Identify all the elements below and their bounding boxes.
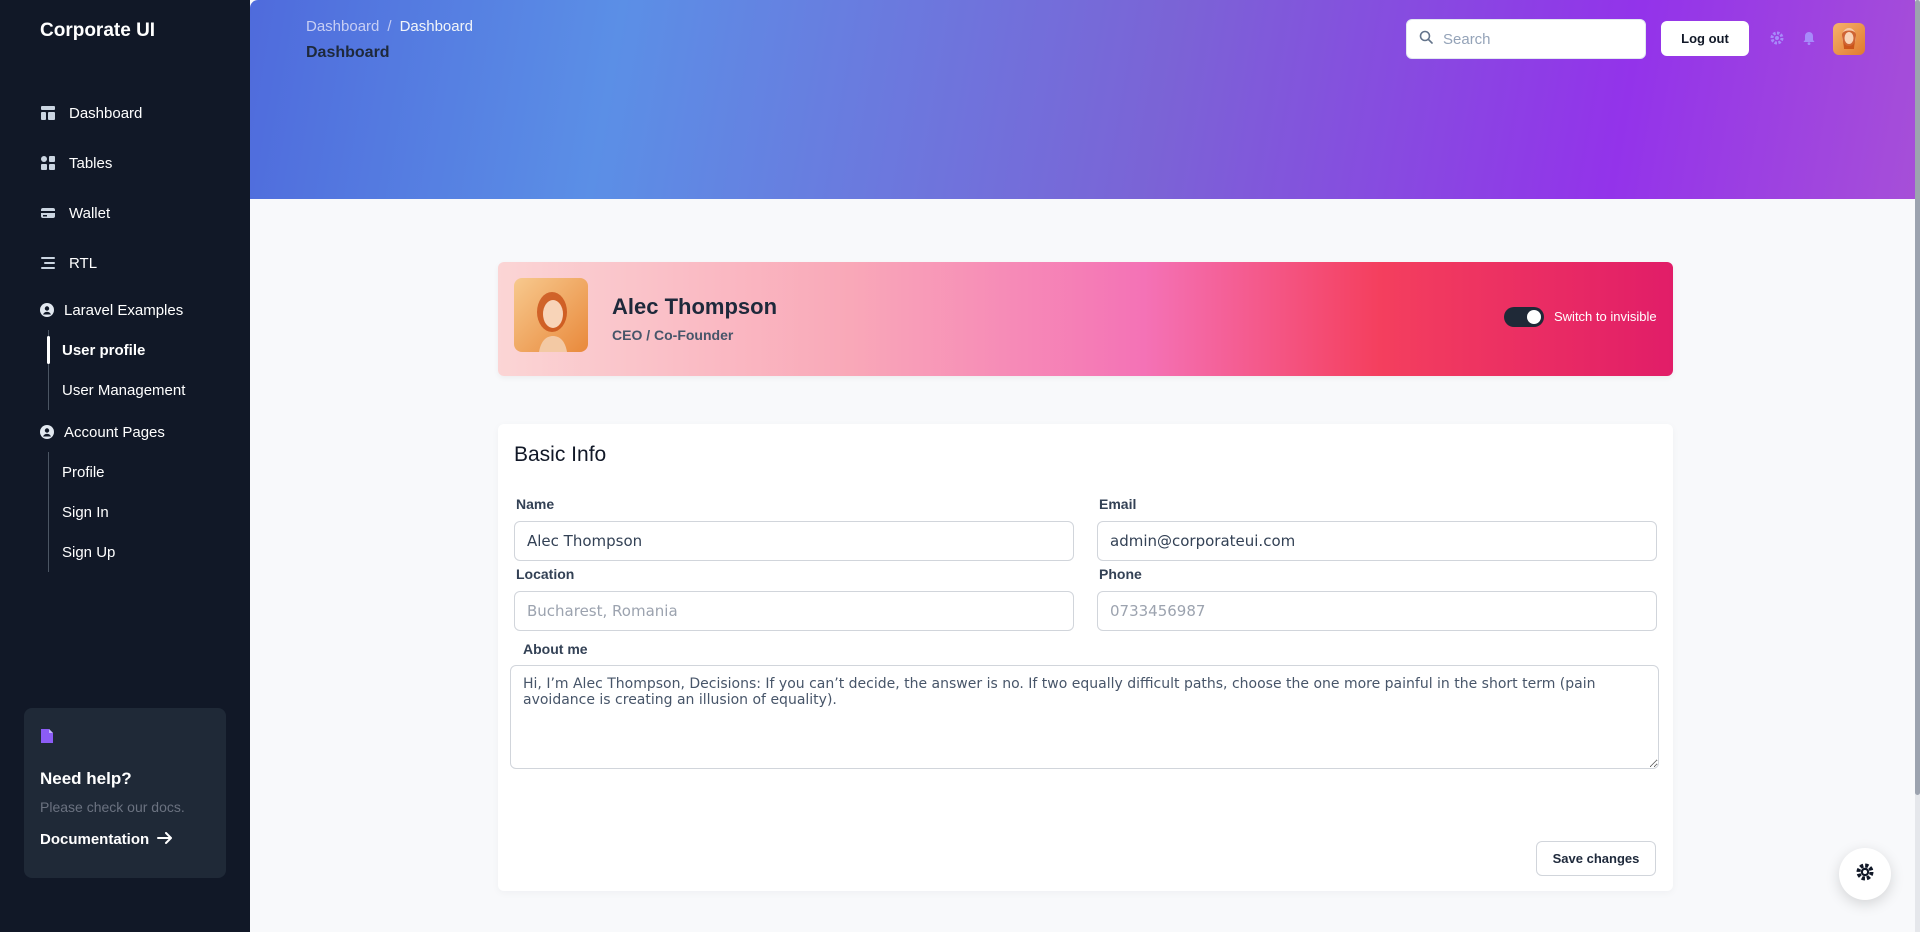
sidebar-item-dashboard[interactable]: Dashboard (40, 88, 230, 138)
wallet-icon (40, 205, 56, 221)
sidebar: Corporate UI Dashboard Tables Wallet RTL (0, 0, 250, 932)
sidebar-group-label: Laravel Examples (64, 301, 184, 319)
search-icon (1419, 30, 1433, 49)
help-card: Need help? Please check our docs. Docume… (24, 708, 226, 878)
sidebar-item-user-profile[interactable]: User profile (47, 330, 230, 370)
breadcrumb-current: Dashboard (399, 18, 473, 35)
sidebar-item-label: Tables (69, 154, 113, 172)
sidebar-item-sign-up[interactable]: Sign Up (49, 532, 230, 572)
user-circle-icon (40, 425, 54, 439)
tables-icon (40, 155, 56, 171)
rtl-icon (40, 255, 56, 271)
sidebar-item-tables[interactable]: Tables (40, 138, 230, 188)
breadcrumb-separator: / (387, 18, 392, 35)
brand-logo[interactable]: Corporate UI (40, 20, 155, 42)
help-title: Need help? (40, 769, 132, 788)
sidebar-item-label: Dashboard (69, 104, 143, 122)
profile-name: Alec Thompson (612, 294, 778, 319)
logout-button[interactable]: Log out (1661, 21, 1749, 56)
profile-avatar (514, 278, 588, 352)
settings-gear-icon[interactable] (1769, 30, 1785, 46)
breadcrumb-item[interactable]: Dashboard (306, 18, 379, 35)
location-label: Location (516, 566, 575, 582)
name-field[interactable] (514, 521, 1074, 561)
basic-info-title: Basic Info (514, 443, 607, 466)
email-field[interactable] (1097, 521, 1657, 561)
profile-header-card: Alec Thompson CEO / Co-Founder Switch to… (498, 262, 1673, 376)
sidebar-subnav-laravel: User profile User Management (47, 330, 230, 410)
sidebar-item-user-management[interactable]: User Management (49, 370, 230, 410)
arrow-right-icon (157, 831, 173, 848)
user-avatar[interactable] (1833, 23, 1865, 55)
configurator-button[interactable] (1839, 848, 1891, 900)
sidebar-item-label: RTL (69, 254, 98, 272)
gear-icon (1854, 861, 1876, 888)
basic-info-card: Basic Info Name Email Location Phone Abo… (498, 424, 1673, 891)
email-label: Email (1099, 496, 1137, 512)
document-icon (40, 729, 54, 748)
sidebar-item-sign-in[interactable]: Sign In (49, 492, 230, 532)
dashboard-icon (40, 105, 56, 121)
sidebar-group-laravel-examples[interactable]: Laravel Examples (40, 290, 230, 330)
documentation-link-label: Documentation (40, 831, 150, 848)
about-textarea[interactable]: Hi, I’m Alec Thompson, Decisions: If you… (510, 665, 1659, 769)
sidebar-item-label: Wallet (69, 204, 111, 222)
sidebar-nav: Dashboard Tables Wallet RTL Laravel Exam… (40, 88, 230, 572)
name-label: Name (516, 496, 555, 512)
invisible-toggle-label: Switch to invisible (1554, 309, 1657, 324)
user-circle-icon (40, 303, 54, 317)
invisible-toggle[interactable] (1504, 307, 1544, 327)
search-input[interactable] (1443, 30, 1633, 48)
phone-label: Phone (1099, 566, 1142, 582)
sidebar-item-wallet[interactable]: Wallet (40, 188, 230, 238)
profile-role: CEO / Co-Founder (612, 327, 734, 343)
phone-field[interactable] (1097, 591, 1657, 631)
notification-bell-icon[interactable] (1801, 30, 1817, 46)
location-field[interactable] (514, 591, 1074, 631)
toggle-knob (1527, 310, 1541, 324)
sidebar-subnav-account: Profile Sign In Sign Up (48, 452, 230, 572)
sidebar-item-rtl[interactable]: RTL (40, 238, 230, 288)
help-text: Please check our docs. (40, 799, 185, 815)
page-title: Dashboard (306, 44, 390, 61)
sidebar-group-account-pages[interactable]: Account Pages (40, 412, 230, 452)
save-changes-button[interactable]: Save changes (1536, 841, 1656, 876)
page-scrollbar-thumb[interactable] (1915, 0, 1920, 795)
sidebar-item-profile[interactable]: Profile (49, 452, 230, 492)
sidebar-group-label: Account Pages (64, 423, 165, 441)
documentation-link[interactable]: Documentation (40, 831, 210, 848)
about-label: About me (523, 641, 588, 657)
search-box[interactable] (1406, 19, 1646, 59)
breadcrumb: Dashboard / Dashboard (306, 18, 473, 35)
